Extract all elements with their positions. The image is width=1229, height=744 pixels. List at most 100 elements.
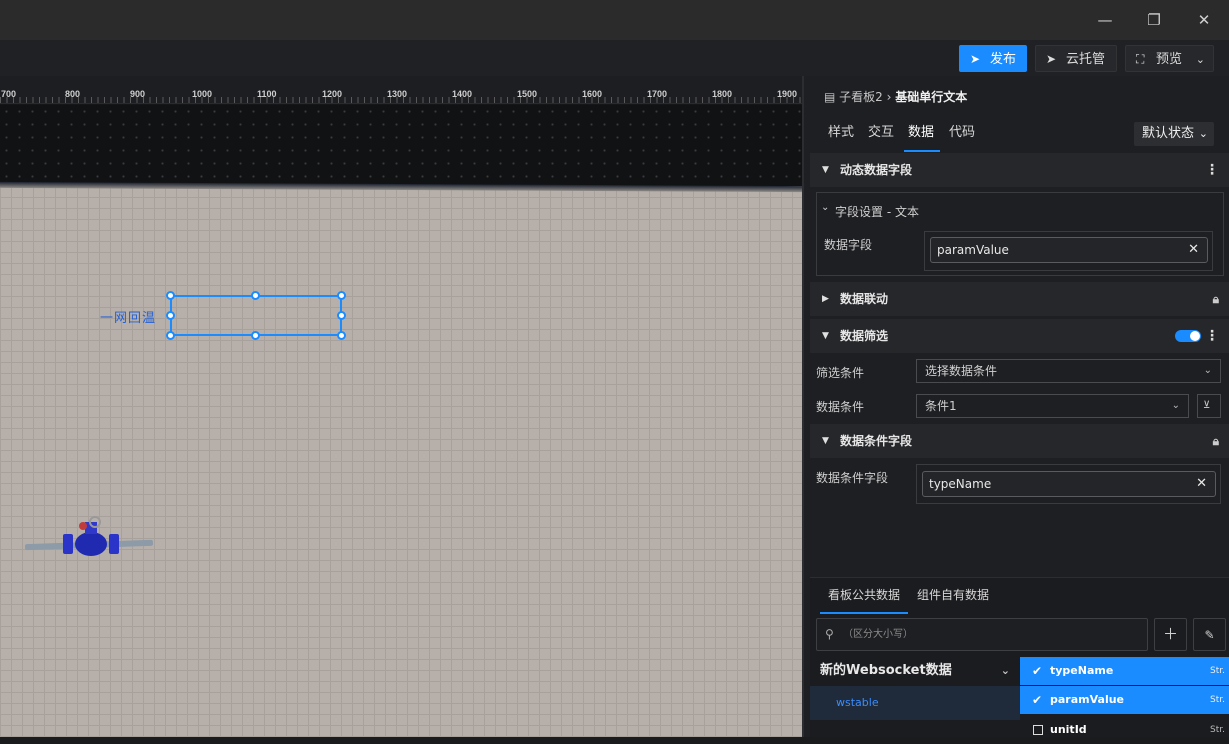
- valve-model[interactable]: [25, 516, 155, 566]
- check-icon: ✔: [1032, 664, 1043, 678]
- ruler-tickmarks: [0, 97, 802, 103]
- send-icon: ➤: [970, 52, 981, 66]
- section-title: 动态数据字段: [840, 163, 913, 177]
- tab-code[interactable]: 代码: [949, 120, 975, 152]
- resize-handle[interactable]: [251, 331, 260, 340]
- canvas-dot-grid: [0, 105, 802, 187]
- data-field-value: paramValue: [937, 243, 1009, 257]
- edit-button[interactable]: ✎: [1193, 618, 1226, 651]
- lock-icon: 🔒︎: [1212, 292, 1219, 306]
- clear-icon[interactable]: ✕: [1196, 472, 1207, 496]
- field-row[interactable]: ✔ typeName Str.: [1020, 657, 1229, 685]
- caret-down-icon: ▼: [822, 331, 829, 341]
- section-data-linkage[interactable]: ▶ 数据联动 🔒︎: [810, 282, 1229, 316]
- send-icon: ➤: [1046, 52, 1057, 66]
- clear-icon[interactable]: ✕: [1188, 238, 1199, 262]
- tab-board-public-data[interactable]: 看板公共数据: [820, 586, 908, 614]
- resize-handle[interactable]: [337, 331, 346, 340]
- filter-condition-select[interactable]: 选择数据条件 ⌄: [916, 359, 1221, 383]
- breadcrumb-current: 基础单行文本: [895, 90, 968, 104]
- section-title: 数据联动: [840, 292, 889, 306]
- field-row[interactable]: unitId Str.: [1020, 716, 1229, 744]
- check-icon: ✔: [1032, 693, 1043, 707]
- caret-down-icon: ▼: [822, 436, 829, 446]
- breadcrumb: ▤ 子看板2 › 基础单行文本: [824, 88, 967, 105]
- plus-icon: ＋: [1162, 625, 1178, 643]
- selected-text-component[interactable]: [170, 295, 342, 336]
- field-name: unitId: [1050, 723, 1087, 736]
- tab-data[interactable]: 数据: [904, 120, 940, 152]
- section-title: 数据条件字段: [840, 434, 913, 448]
- resize-handle[interactable]: [337, 291, 346, 300]
- tab-style[interactable]: 样式: [828, 120, 854, 152]
- chevron-down-icon: ⌄: [1195, 53, 1205, 66]
- more-icon[interactable]: ⋮: [1205, 319, 1219, 353]
- filter-add-icon: ⊻: [1203, 400, 1211, 411]
- edit-icon: ✎: [1204, 628, 1215, 642]
- chevron-down-icon: ⌄: [1171, 400, 1180, 411]
- search-placeholder: （区分大小写）: [843, 629, 913, 640]
- field-row[interactable]: ✔ paramValue Str.: [1020, 686, 1229, 714]
- resize-handle[interactable]: [251, 291, 260, 300]
- preview-button[interactable]: ⛶ 预览 ⌄: [1125, 45, 1214, 72]
- field-type: Str.: [1210, 695, 1225, 705]
- datasource-item[interactable]: wstable: [810, 686, 1020, 720]
- properties-panel: ▤ 子看板2 › 基础单行文本 样式 交互 数据 代码 默认状态 ⌄ ▼ 动态数…: [802, 76, 1229, 737]
- tab-interaction[interactable]: 交互: [868, 120, 894, 152]
- search-icon: ⚲: [825, 627, 834, 641]
- cloud-hosting-button[interactable]: ➤ 云托管: [1035, 45, 1117, 72]
- condition-field-label: 数据条件字段: [816, 471, 889, 485]
- datasource-item-label: wstable: [836, 696, 879, 709]
- field-setting-title: 字段设置 - 文本: [835, 205, 919, 219]
- section-data-filter[interactable]: ▼ 数据筛选 ⋮: [810, 319, 1229, 353]
- datasource-header[interactable]: 新的Websocket数据 ⌄: [810, 656, 1020, 686]
- field-type: Str.: [1210, 725, 1225, 735]
- section-dynamic-fields[interactable]: ▼ 动态数据字段 ⋮: [810, 153, 1229, 187]
- add-button[interactable]: ＋: [1154, 618, 1187, 651]
- chevron-down-icon: ⌄: [1203, 365, 1212, 376]
- data-condition-select[interactable]: 条件1 ⌄: [916, 394, 1189, 418]
- state-dropdown[interactable]: 默认状态 ⌄: [1134, 122, 1214, 146]
- state-dropdown-label: 默认状态: [1142, 126, 1195, 141]
- restore-button[interactable]: ❐: [1140, 8, 1168, 32]
- data-field-label: 数据字段: [824, 238, 873, 252]
- cloud-label: 云托管: [1066, 52, 1106, 67]
- resize-handle[interactable]: [166, 311, 175, 320]
- chevron-down-icon[interactable]: ⌄: [821, 202, 829, 213]
- data-condition-label: 数据条件: [816, 400, 865, 414]
- horizontal-ruler: 700 800 900 1000 1100 1200 1300 1400 150…: [0, 76, 802, 104]
- tab-component-own-data[interactable]: 组件自有数据: [917, 586, 989, 614]
- data-field-input[interactable]: paramValue ✕: [930, 237, 1208, 263]
- title-bar: — ❐ ✕: [0, 0, 1229, 40]
- publish-button[interactable]: ➤ 发布: [959, 45, 1027, 72]
- close-button[interactable]: ✕: [1190, 8, 1218, 32]
- resize-handle[interactable]: [166, 331, 175, 340]
- field-type: Str.: [1210, 666, 1225, 676]
- field-name: paramValue: [1050, 693, 1125, 706]
- field-name: typeName: [1050, 664, 1114, 677]
- resize-handle[interactable]: [337, 311, 346, 320]
- scene-floor: [0, 186, 802, 737]
- condition-field-input[interactable]: typeName ✕: [922, 471, 1216, 497]
- data-source-panel: 看板公共数据 组件自有数据 ⚲ （区分大小写） ＋ ✎ 新的Websocket数…: [810, 577, 1229, 737]
- field-setting-box: ⌄ 字段设置 - 文本 数据字段 paramValue ✕: [816, 192, 1224, 276]
- checkbox-icon: [1033, 725, 1043, 735]
- lock-icon: 🔒︎: [1212, 434, 1219, 448]
- filter-condition-label: 筛选条件: [816, 366, 865, 380]
- minimize-button[interactable]: —: [1091, 8, 1119, 32]
- breadcrumb-separator: ›: [886, 90, 892, 104]
- condition-field-value: typeName: [929, 477, 992, 491]
- document-icon: ▤: [824, 90, 840, 104]
- scene-text-label[interactable]: 一网回温: [100, 307, 156, 326]
- more-icon[interactable]: ⋮: [1205, 153, 1219, 187]
- section-condition-fields[interactable]: ▼ 数据条件字段 🔒︎: [810, 424, 1229, 458]
- breadcrumb-parent[interactable]: 子看板2: [839, 90, 883, 104]
- condition-filter-button[interactable]: ⊻: [1197, 394, 1221, 418]
- resize-handle[interactable]: [166, 291, 175, 300]
- fullscreen-icon: ⛶: [1136, 52, 1145, 66]
- design-canvas[interactable]: 700 800 900 1000 1100 1200 1300 1400 150…: [0, 76, 802, 737]
- data-condition-value: 条件1: [925, 399, 957, 413]
- search-input[interactable]: ⚲ （区分大小写）: [816, 618, 1148, 651]
- chevron-down-icon: ⌄: [1000, 664, 1010, 677]
- filter-toggle[interactable]: [1175, 330, 1201, 342]
